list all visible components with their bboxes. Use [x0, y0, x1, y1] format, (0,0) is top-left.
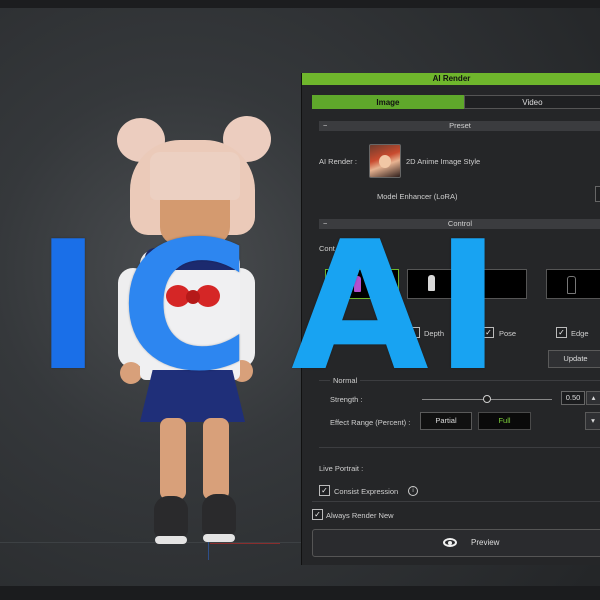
- always-render-new-label: Always Render New: [326, 511, 394, 520]
- bangs: [150, 152, 240, 200]
- panel-title: AI Render: [302, 73, 600, 85]
- strength-value-field[interactable]: 0.50: [561, 391, 585, 405]
- live-portrait-label: Live Portrait :: [319, 464, 364, 473]
- overlay-letter-i: I: [35, 203, 102, 410]
- preset-section-label: Preset: [449, 121, 471, 130]
- portrait-face-graphic: [379, 155, 391, 168]
- shoe-sole-left: [155, 536, 187, 544]
- effect-range-dropdown[interactable]: ▾: [585, 412, 600, 430]
- strength-stepper[interactable]: ▴: [586, 391, 600, 405]
- edge-figure-icon: [567, 276, 576, 294]
- partial-button[interactable]: Partial: [420, 412, 472, 430]
- shoe-sole-right: [203, 534, 235, 542]
- collapse-icon: −: [323, 121, 328, 130]
- render-mode-tabs: Image Video: [312, 95, 600, 109]
- model-enhancer-dropdown[interactable]: [595, 186, 600, 202]
- normal-group-bottom-line: [319, 447, 600, 448]
- always-render-new-checkbox[interactable]: ✓: [312, 509, 323, 520]
- preview-label: Preview: [471, 538, 500, 547]
- screenshot-stage: AI Render Image Video − Preset AI Render…: [0, 0, 600, 600]
- preview-button[interactable]: Preview: [312, 529, 600, 557]
- leg-left: [160, 418, 186, 500]
- preset-section-header[interactable]: − Preset: [319, 121, 600, 131]
- shoe-right: [202, 494, 236, 536]
- update-button[interactable]: Update: [548, 350, 600, 368]
- tab-image[interactable]: Image: [312, 95, 464, 109]
- full-button[interactable]: Full: [478, 412, 531, 430]
- consist-expression-label: Consist Expression: [334, 487, 399, 496]
- consist-expression-checkbox[interactable]: ✓: [319, 485, 330, 496]
- eye-icon: [443, 538, 457, 547]
- edge-label: Edge: [571, 329, 589, 338]
- effect-range-label: Effect Range (Percent) :: [330, 418, 411, 427]
- overlay-letter-c: C: [120, 203, 251, 410]
- section-divider: [312, 501, 600, 502]
- edge-checkbox[interactable]: ✓: [556, 327, 567, 338]
- ai-render-label: AI Render :: [319, 157, 357, 166]
- style-thumbnail[interactable]: [369, 144, 401, 178]
- model-enhancer-label: Model Enhancer (LoRA): [377, 192, 458, 201]
- overlay-letters-ai: AI: [291, 203, 507, 410]
- tab-video[interactable]: Video: [463, 95, 600, 109]
- leg-right: [203, 418, 229, 500]
- shoe-left: [154, 496, 188, 538]
- info-icon[interactable]: i: [408, 486, 418, 496]
- style-name: 2D Anime Image Style: [406, 157, 481, 166]
- control-image-edge[interactable]: [546, 269, 600, 299]
- bottom-strip: [0, 586, 600, 600]
